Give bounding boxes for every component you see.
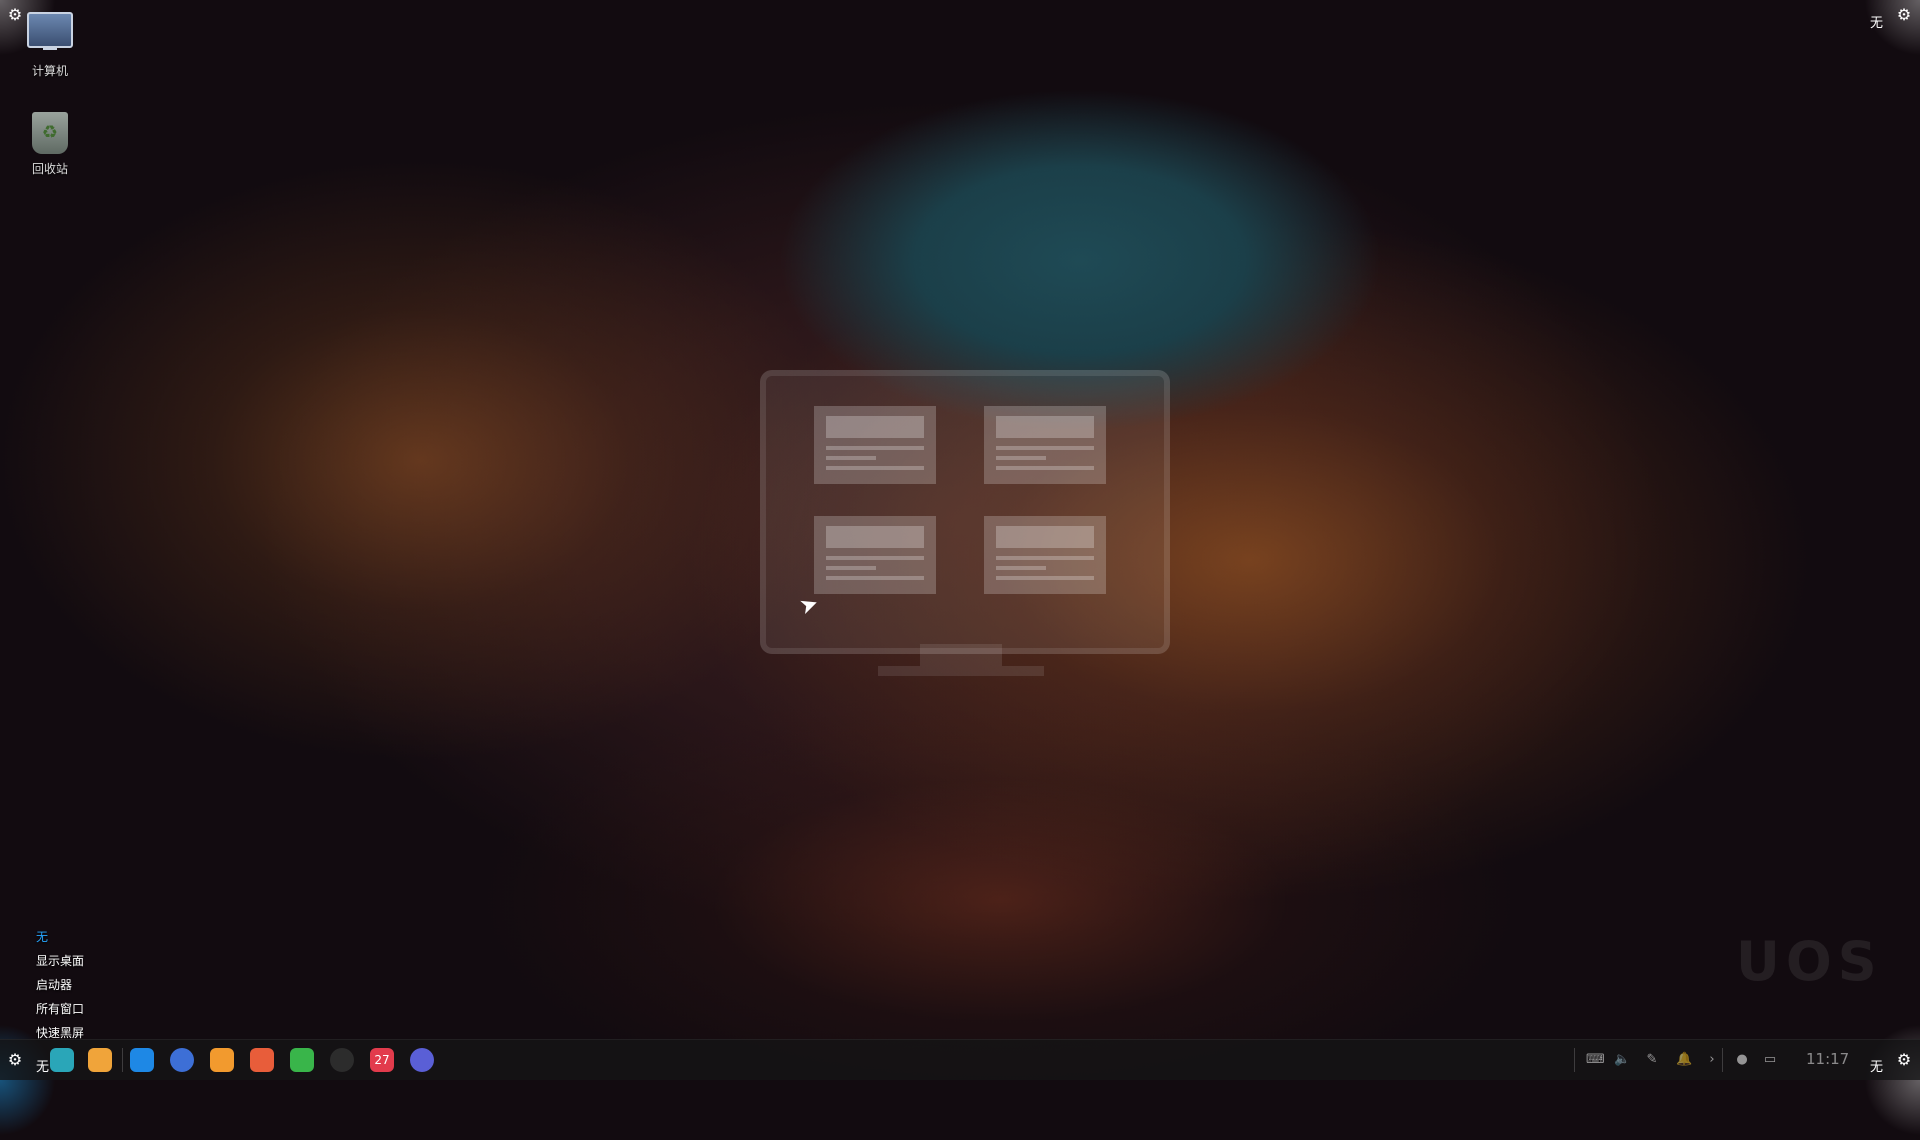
uos-watermark: UOS xyxy=(1736,930,1883,993)
app-store-icon[interactable] xyxy=(130,1048,154,1072)
network-icon[interactable]: ● xyxy=(1734,1052,1750,1068)
launcher-icon[interactable] xyxy=(50,1048,74,1072)
desktop-icon-computer[interactable]: 计算机 xyxy=(10,12,90,79)
corner-menu-item-show-desktop[interactable]: 显示桌面 xyxy=(36,949,84,973)
notification-bell-icon[interactable]: 🔔 xyxy=(1676,1052,1692,1068)
photos-icon[interactable] xyxy=(250,1048,274,1072)
hot-corner-bottom-left-gear-icon[interactable]: ⚙ xyxy=(6,1051,24,1069)
volume-icon[interactable]: 🔈 xyxy=(1614,1052,1630,1068)
file-manager-icon[interactable] xyxy=(88,1048,112,1072)
archive-icon[interactable] xyxy=(210,1048,234,1072)
dock-separator xyxy=(1722,1048,1723,1072)
window-thumb-icon xyxy=(814,516,936,594)
hot-corner-bottom-right-gear-icon[interactable]: ⚙ xyxy=(1895,1051,1913,1069)
dock-separator xyxy=(1574,1048,1575,1072)
video-player-icon[interactable] xyxy=(330,1048,354,1072)
desktop-icon-label: 回收站 xyxy=(31,162,68,176)
corner-menu-item-none[interactable]: 无 xyxy=(36,925,84,949)
window-thumb-icon xyxy=(984,516,1106,594)
hot-corner-bottom-left-label: 无 xyxy=(36,1060,50,1075)
hot-corner-top-right-gear-icon[interactable]: ⚙ xyxy=(1895,6,1913,24)
music-icon[interactable] xyxy=(290,1048,314,1072)
pen-icon[interactable]: ✎ xyxy=(1644,1052,1660,1068)
hot-corner-bottom-right-label: 无 xyxy=(1870,1060,1884,1075)
dock-separator xyxy=(122,1048,123,1072)
clock[interactable]: 11:17 xyxy=(1806,1050,1849,1068)
corner-menu-item-launcher[interactable]: 启动器 xyxy=(36,973,84,997)
expand-arrow-icon[interactable]: › xyxy=(1704,1052,1720,1068)
hot-corner-bottom-right-glow xyxy=(1860,1020,1920,1140)
calendar-icon[interactable]: 27 xyxy=(370,1048,394,1072)
window-thumb-icon xyxy=(984,406,1106,484)
hot-corner-top-right-label: 无 xyxy=(1870,16,1884,31)
trash-icon xyxy=(32,112,68,154)
dock: ⚙ 无 27 ⌨ 🔈 ✎ 🔔 › ● ▭ 11:17 无 ⚙ xyxy=(0,1039,1920,1080)
window-thumb-icon xyxy=(814,406,936,484)
computer-icon xyxy=(27,12,73,50)
desktop-icon-trash[interactable]: 回收站 xyxy=(10,112,90,177)
keyboard-icon[interactable]: ⌨ xyxy=(1586,1052,1605,1068)
corner-menu-item-all-windows[interactable]: 所有窗口 xyxy=(36,997,84,1021)
control-center-icon[interactable] xyxy=(410,1048,434,1072)
browser-icon[interactable] xyxy=(170,1048,194,1072)
monitor-stand-icon xyxy=(878,644,1044,676)
desktop-icon-label: 计算机 xyxy=(31,64,68,78)
hot-corner-menu: 无 显示桌面 启动器 所有窗口 快速黑屏 xyxy=(36,925,84,1045)
display-icon[interactable]: ▭ xyxy=(1762,1052,1778,1068)
